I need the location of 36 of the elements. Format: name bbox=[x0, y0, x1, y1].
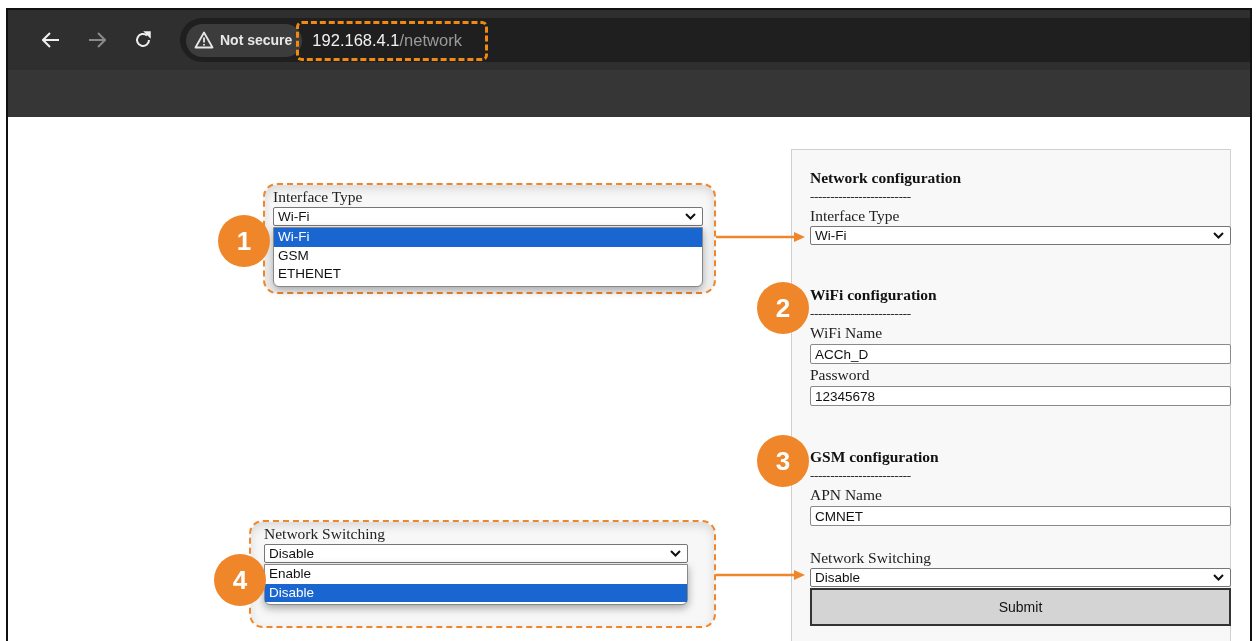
dropdown-option[interactable]: ETHENET bbox=[274, 265, 702, 284]
security-chip[interactable]: Not secure bbox=[186, 23, 303, 57]
url-text: 192.168.4.1/network bbox=[312, 30, 462, 50]
field-label: Interface Type bbox=[273, 187, 363, 206]
input-field[interactable]: 12345678 bbox=[810, 386, 1231, 406]
warning-icon bbox=[194, 31, 214, 49]
dropdown-option[interactable]: GSM bbox=[274, 246, 702, 265]
section-title: GSM configuration bbox=[810, 447, 939, 466]
dashed-rule: ------------------------- bbox=[810, 188, 911, 206]
back-arrow-icon[interactable] bbox=[42, 32, 60, 48]
chevron-icon bbox=[1213, 574, 1224, 581]
dropdown-option[interactable]: Disable bbox=[265, 583, 687, 602]
chevron-icon bbox=[1213, 232, 1224, 239]
dropdown[interactable]: Wi-Fi bbox=[810, 226, 1231, 245]
input-field[interactable]: ACCh_D bbox=[810, 344, 1231, 364]
dropdown[interactable]: Disable bbox=[810, 568, 1231, 587]
dropdown-option[interactable]: Enable bbox=[265, 565, 687, 584]
reload-icon[interactable] bbox=[134, 31, 152, 49]
field-label: APN Name bbox=[810, 485, 882, 504]
dropdown[interactable]: Disable bbox=[264, 544, 688, 563]
submit-button[interactable]: Submit bbox=[810, 588, 1231, 626]
dashed-rule: ------------------------- bbox=[810, 467, 911, 485]
dropdown-option[interactable]: Wi-Fi bbox=[274, 228, 702, 247]
field-label: Interface Type bbox=[810, 206, 900, 225]
field-label: WiFi Name bbox=[810, 323, 883, 342]
field-label: Network Switching bbox=[264, 524, 385, 543]
field-label: Network Switching bbox=[810, 548, 931, 567]
field-label: Password bbox=[810, 365, 870, 384]
dropdown[interactable]: Wi-Fi bbox=[273, 207, 703, 226]
input-field[interactable]: CMNET bbox=[810, 506, 1231, 526]
section-title: Network configuration bbox=[810, 168, 962, 187]
chevron-icon bbox=[670, 550, 681, 557]
section-title: WiFi configuration bbox=[810, 285, 937, 304]
address-bar[interactable]: Not secure 192.168.4.1/network bbox=[180, 18, 1250, 62]
dashed-rule: ------------------------- bbox=[810, 305, 911, 323]
chevron-icon bbox=[685, 213, 696, 220]
